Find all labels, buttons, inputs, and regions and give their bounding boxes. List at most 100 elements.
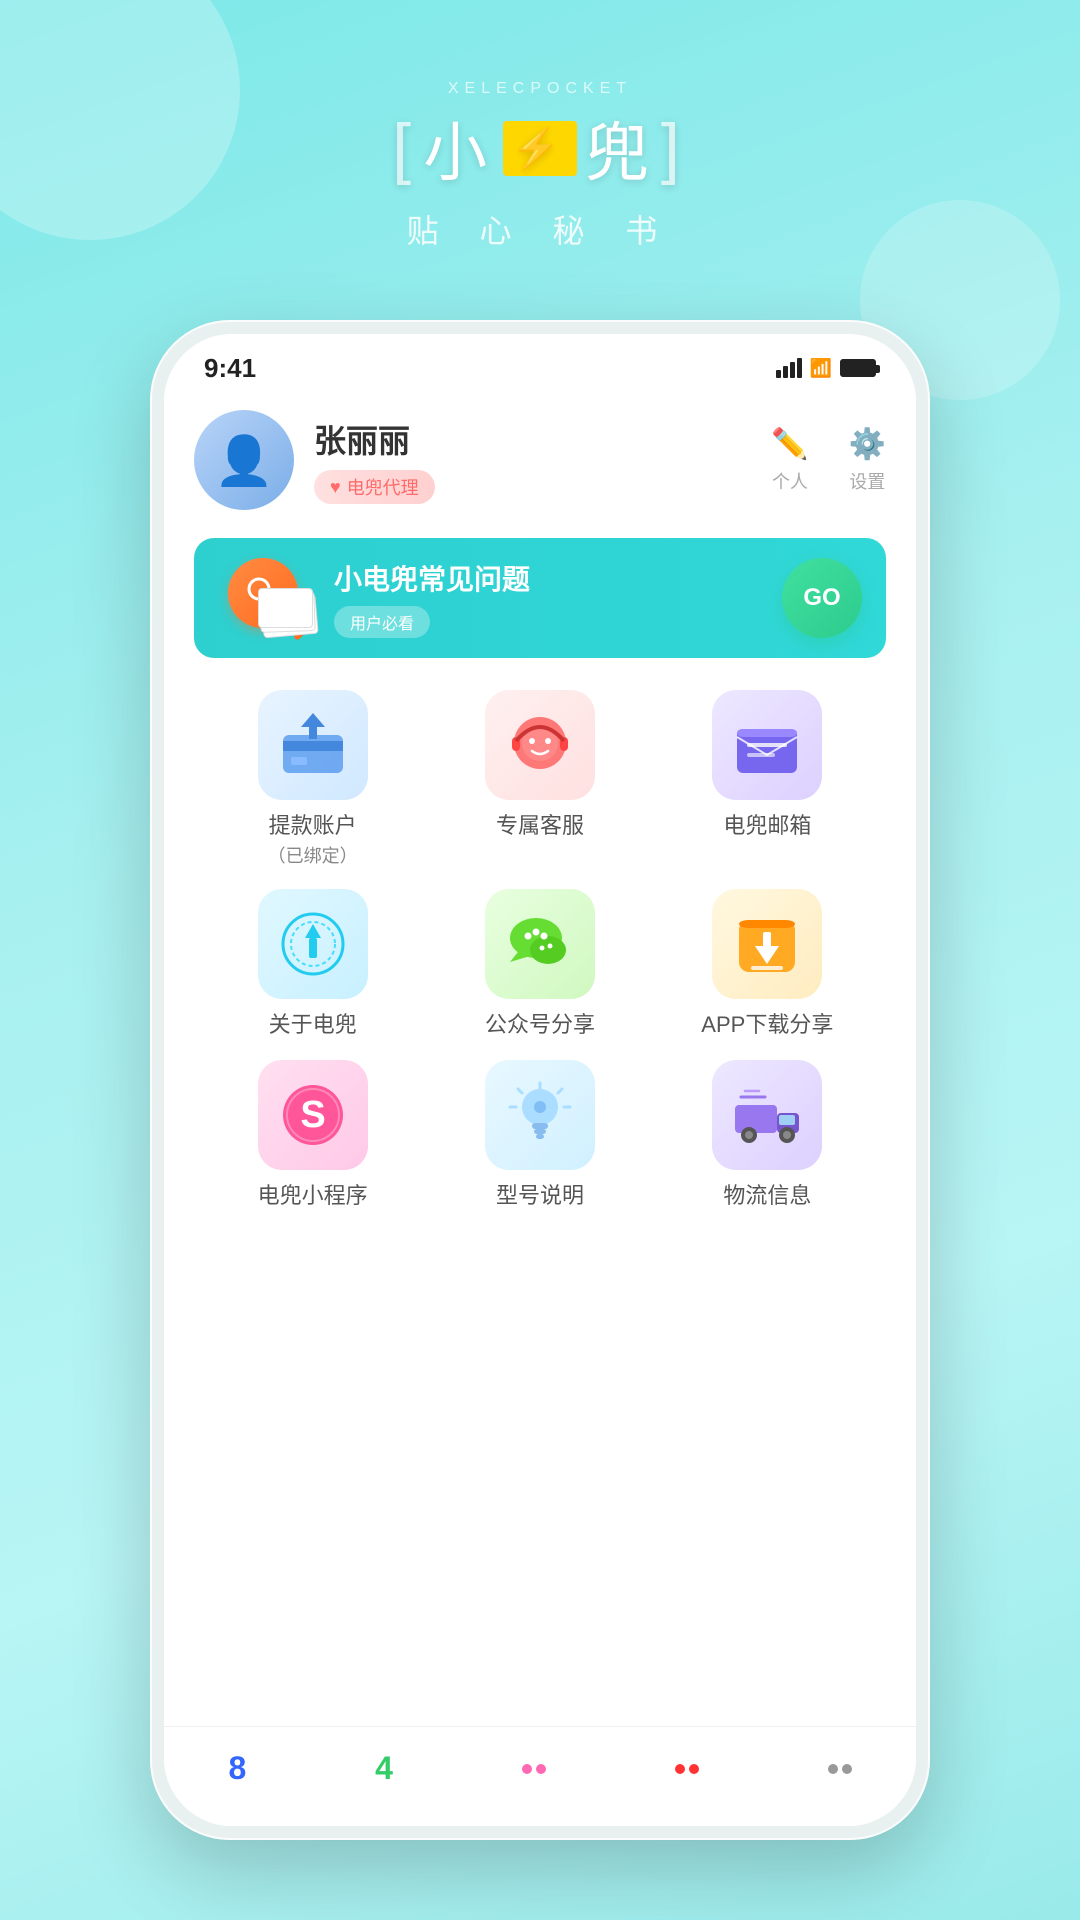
- menu-item-appshare[interactable]: APP下载分享: [659, 889, 876, 1040]
- menu-grid: 提款账户（已绑定）: [194, 690, 886, 1210]
- nav-dot-4b: [689, 1764, 699, 1774]
- nav-item-3[interactable]: [522, 1764, 546, 1774]
- mailbox-icon: [727, 705, 807, 785]
- lightning-icon: ⚡: [503, 121, 577, 176]
- miniapp-icon: S: [273, 1075, 353, 1155]
- signal-bar-4: [797, 358, 802, 378]
- nav-item-5[interactable]: [828, 1764, 852, 1774]
- model-icon: [500, 1075, 580, 1155]
- miniapp-icon-wrap: S: [258, 1060, 368, 1170]
- brand-title: [ 小 ⚡ 兜 ]: [0, 102, 1080, 194]
- settings-action[interactable]: ⚙️ 设置: [849, 427, 886, 494]
- withdraw-icon: [273, 705, 353, 785]
- miniapp-label: 电兜小程序: [258, 1182, 368, 1211]
- menu-item-miniapp[interactable]: S 电兜小程序: [204, 1060, 421, 1211]
- model-icon-wrap: [485, 1060, 595, 1170]
- personal-label: 个人: [772, 468, 808, 494]
- mailbox-icon-wrap: [712, 690, 822, 800]
- menu-item-withdraw[interactable]: 提款账户（已绑定）: [204, 690, 421, 869]
- faq-banner[interactable]: 小电兜常见问题 用户必看 GO: [194, 538, 886, 658]
- withdraw-icon-wrap: [258, 690, 368, 800]
- mailbox-label: 电兜邮箱: [723, 812, 811, 841]
- about-label: 关于电兜: [269, 1011, 357, 1040]
- settings-icon: ⚙️: [849, 427, 886, 462]
- nav-badge-1: 8: [228, 1750, 246, 1787]
- nav-item-4[interactable]: [675, 1764, 699, 1774]
- svg-text:S: S: [300, 1094, 325, 1136]
- share-icon-wrap: [485, 889, 595, 999]
- nav-badge-2: 4: [375, 1750, 393, 1787]
- status-icons: 📶: [776, 358, 876, 379]
- banner-subtitle-text: 用户必看: [350, 616, 414, 633]
- logistics-icon: [727, 1075, 807, 1155]
- banner-go-button[interactable]: GO: [782, 558, 862, 638]
- appshare-icon: [727, 904, 807, 984]
- nav-dot-3b: [536, 1764, 546, 1774]
- badge-text: 电兜代理: [347, 474, 419, 500]
- menu-item-service[interactable]: 专属客服: [431, 690, 648, 869]
- subtitle: 贴 心 秘 书: [0, 206, 1080, 252]
- bracket-right: ]: [661, 109, 688, 187]
- xelec-label: XELECPOCKET: [0, 80, 1080, 98]
- menu-item-share[interactable]: 公众号分享: [431, 889, 648, 1040]
- profile-actions: ✏️ 个人 ⚙️ 设置: [771, 427, 886, 494]
- nav-dots-5: [828, 1764, 852, 1774]
- brand-char-2: 兜: [585, 102, 657, 194]
- appshare-label: APP下载分享: [701, 1011, 833, 1040]
- signal-bar-3: [790, 362, 795, 378]
- nav-dot-5a: [828, 1764, 838, 1774]
- profile-badge: ♥ 电兜代理: [314, 470, 435, 504]
- battery-icon: [840, 359, 876, 377]
- nav-dot-3a: [522, 1764, 532, 1774]
- logistics-icon-wrap: [712, 1060, 822, 1170]
- nav-dots-3: [522, 1764, 546, 1774]
- menu-item-logistics[interactable]: 物流信息: [659, 1060, 876, 1211]
- profile-section: 👤 张丽丽 ♥ 电兜代理 ✏️ 个人 ⚙️ 设置: [194, 410, 886, 510]
- nav-item-1[interactable]: 8: [228, 1750, 246, 1787]
- brand-char-1: 小: [423, 102, 495, 194]
- phone-mockup: 9:41 📶 👤 张丽丽: [150, 320, 930, 1840]
- phone-inner: 9:41 📶 👤 张丽丽: [164, 334, 916, 1826]
- service-label: 专属客服: [496, 812, 584, 841]
- heart-icon: ♥: [330, 477, 341, 498]
- branding-section: XELECPOCKET [ 小 ⚡ 兜 ] 贴 心 秘 书: [0, 80, 1080, 252]
- nav-dot-5b: [842, 1764, 852, 1774]
- wifi-icon: 📶: [810, 358, 832, 379]
- share-label: 公众号分享: [485, 1011, 595, 1040]
- nav-dot-4a: [675, 1764, 685, 1774]
- about-icon: [273, 904, 353, 984]
- nav-dots-4: [675, 1764, 699, 1774]
- menu-item-model[interactable]: 型号说明: [431, 1060, 648, 1211]
- app-content[interactable]: 👤 张丽丽 ♥ 电兜代理 ✏️ 个人 ⚙️ 设置: [164, 390, 916, 1826]
- avatar-icon: 👤: [214, 432, 274, 489]
- signal-bar-2: [783, 366, 788, 378]
- bracket-left: [: [392, 109, 419, 187]
- edit-icon: ✏️: [771, 427, 808, 462]
- share-icon: [500, 904, 580, 984]
- appshare-icon-wrap: [712, 889, 822, 999]
- menu-item-mailbox[interactable]: 电兜邮箱: [659, 690, 876, 869]
- paper-3: [258, 588, 313, 628]
- personal-action[interactable]: ✏️ 个人: [771, 427, 808, 494]
- service-icon-wrap: [485, 690, 595, 800]
- bottom-nav: 8 4: [164, 1726, 916, 1826]
- withdraw-label: 提款账户（已绑定）: [268, 812, 358, 869]
- banner-go-label: GO: [803, 584, 840, 612]
- paper-stack: [258, 588, 318, 638]
- signal-bar-1: [776, 370, 781, 378]
- model-label: 型号说明: [496, 1182, 584, 1211]
- logistics-label: 物流信息: [723, 1182, 811, 1211]
- signal-bars-icon: [776, 358, 802, 378]
- banner-text: 小电兜常见问题 用户必看: [334, 558, 782, 638]
- service-icon: [500, 705, 580, 785]
- avatar: 👤: [194, 410, 294, 510]
- nav-item-2[interactable]: 4: [375, 1750, 393, 1787]
- banner-subtitle-wrap: 用户必看: [334, 606, 430, 638]
- banner-title: 小电兜常见问题: [334, 558, 782, 598]
- notch: [440, 334, 640, 370]
- about-icon-wrap: [258, 889, 368, 999]
- menu-item-about[interactable]: 关于电兜: [204, 889, 421, 1040]
- status-time: 9:41: [204, 353, 256, 384]
- settings-label: 设置: [849, 468, 885, 494]
- banner-image: [218, 558, 318, 638]
